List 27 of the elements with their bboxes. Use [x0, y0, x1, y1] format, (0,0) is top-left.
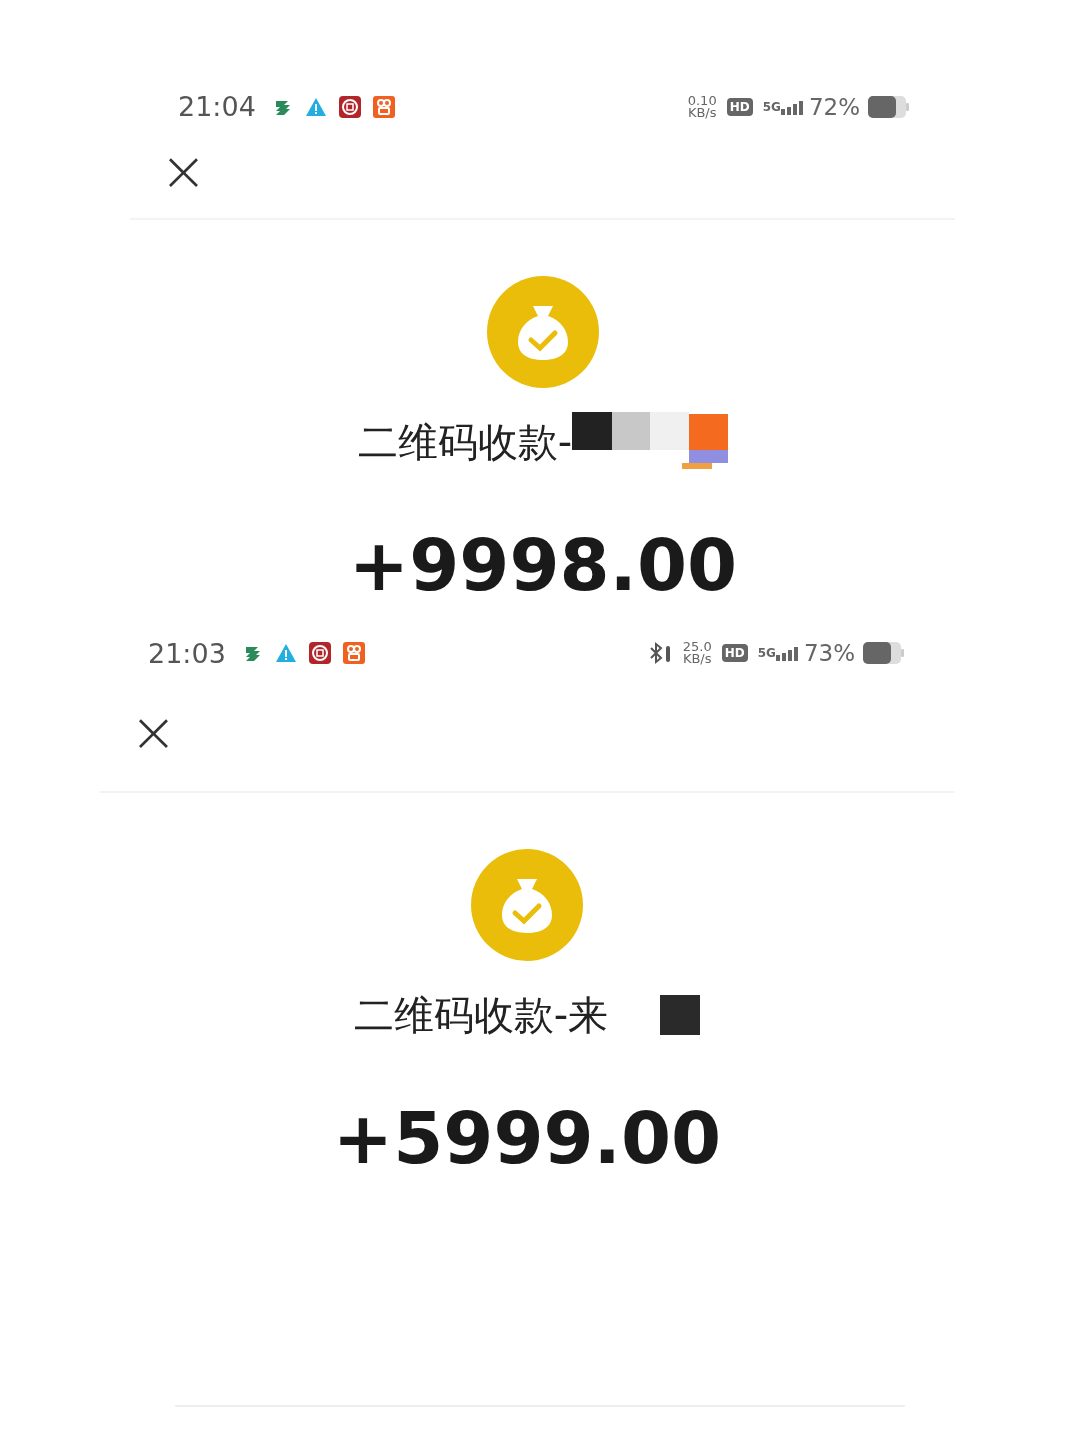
- close-button[interactable]: ×: [130, 712, 177, 752]
- network-speed: 25.0 KB/s: [682, 641, 712, 665]
- video-app-icon: [341, 641, 366, 665]
- status-time: 21:04: [178, 91, 256, 123]
- battery-percent: 73%: [803, 640, 855, 666]
- network-speed: 0.10 KB/s: [687, 94, 717, 119]
- signal-icon: [780, 98, 803, 115]
- payment-title: 二维码收款-来: [353, 990, 609, 1040]
- battery-icon: [868, 95, 910, 118]
- video-app-icon: [371, 94, 396, 119]
- payment-amount: +9998.00: [348, 522, 738, 609]
- close-button[interactable]: ×: [160, 150, 207, 191]
- hd-badge: HD: [721, 644, 748, 662]
- battery-icon: [863, 642, 905, 664]
- signal-icon: [775, 645, 798, 661]
- battery-percent: 72%: [808, 93, 860, 120]
- payment-title: 二维码收款-: [357, 417, 573, 467]
- payment-amount: +5999.00: [332, 1095, 722, 1182]
- network-type: 5G: [762, 100, 781, 113]
- money-bag-icon: [487, 276, 599, 388]
- bank-app-icon: [337, 94, 362, 119]
- money-bag-icon: [471, 849, 583, 961]
- redaction-block: [660, 995, 701, 1035]
- hd-badge: HD: [726, 97, 753, 116]
- network-type: 5G: [757, 647, 776, 659]
- bank-app-icon: [307, 641, 332, 665]
- status-time: 21:03: [148, 637, 226, 669]
